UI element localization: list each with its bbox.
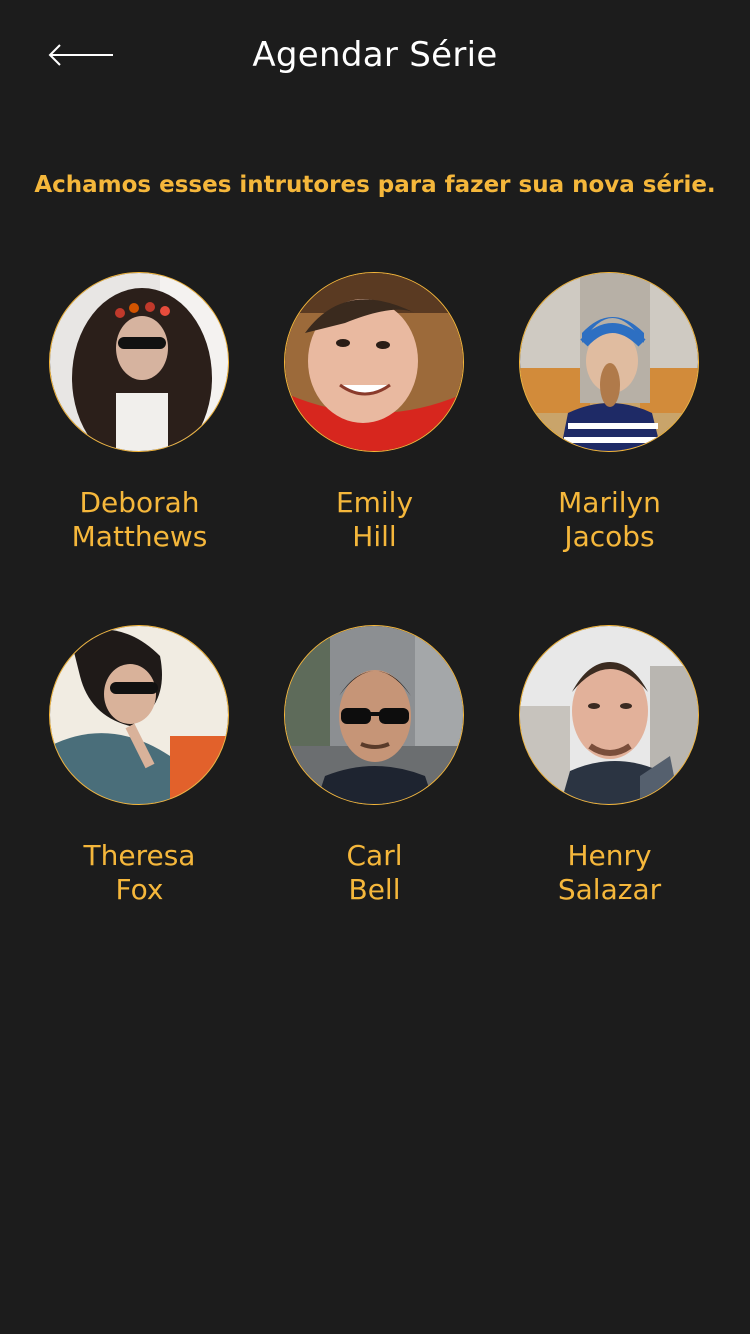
instructor-name: Emily Hill: [257, 486, 492, 554]
instructor-card[interactable]: Henry Salazar: [492, 625, 727, 925]
instructor-name: Deborah Matthews: [22, 486, 257, 554]
last-name: Hill: [352, 520, 397, 553]
first-name: Theresa: [83, 839, 196, 872]
avatar: [49, 625, 229, 805]
instructor-card[interactable]: Carl Bell: [257, 625, 492, 925]
last-name: Bell: [348, 873, 401, 906]
instructor-card[interactable]: Marilyn Jacobs: [492, 272, 727, 572]
avatar: [49, 272, 229, 452]
instructor-card[interactable]: Deborah Matthews: [22, 272, 257, 572]
instructor-card[interactable]: Emily Hill: [257, 272, 492, 572]
avatar: [284, 272, 464, 452]
subtitle: Achamos esses intrutores para fazer sua …: [34, 172, 716, 198]
instructor-name: Henry Salazar: [492, 839, 727, 907]
instructor-card[interactable]: Theresa Fox: [22, 625, 257, 925]
avatar: [284, 625, 464, 805]
instructor-name: Marilyn Jacobs: [492, 486, 727, 554]
page-title: Agendar Série: [252, 35, 498, 75]
header: Agendar Série: [0, 0, 750, 110]
last-name: Jacobs: [564, 520, 655, 553]
first-name: Henry: [567, 839, 652, 872]
first-name: Deborah: [79, 486, 200, 519]
first-name: Carl: [346, 839, 403, 872]
instructor-name: Carl Bell: [257, 839, 492, 907]
instructor-name: Theresa Fox: [22, 839, 257, 907]
last-name: Fox: [115, 873, 164, 906]
first-name: Emily: [335, 486, 414, 519]
avatar: [519, 272, 699, 452]
last-name: Salazar: [557, 873, 662, 906]
first-name: Marilyn: [558, 486, 661, 519]
last-name: Matthews: [71, 520, 208, 553]
avatar: [519, 625, 699, 805]
